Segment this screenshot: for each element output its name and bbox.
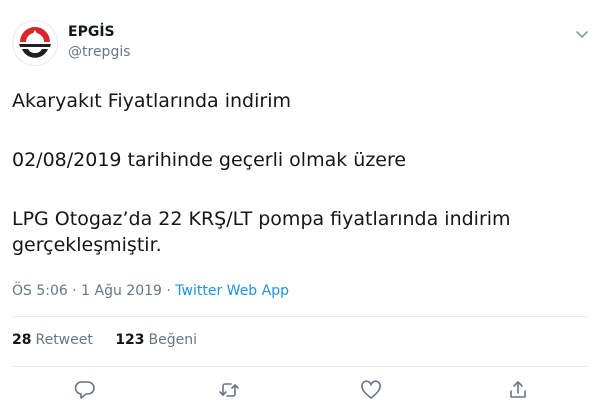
tweet-stats: 28 Retweet 123 Beğeni bbox=[12, 332, 215, 348]
epgis-logo bbox=[19, 27, 51, 58]
reply-icon[interactable] bbox=[74, 379, 96, 401]
tweet-source-link[interactable]: Twitter Web App bbox=[175, 283, 289, 299]
heart-icon[interactable] bbox=[360, 379, 382, 401]
divider bbox=[12, 366, 588, 367]
tweet-line: 02/08/2019 tarihinde geçerli olmak üzere bbox=[12, 149, 407, 171]
tweet-actions bbox=[0, 379, 600, 401]
likes-label: Beğeni bbox=[148, 332, 198, 348]
meta-separator: · bbox=[67, 283, 82, 299]
tweet-date[interactable]: 1 Ağu 2019 bbox=[81, 283, 162, 299]
likes-stat[interactable]: 123 Beğeni bbox=[115, 332, 197, 348]
handle[interactable]: @trepgis bbox=[68, 44, 131, 60]
retweet-icon[interactable] bbox=[218, 379, 240, 401]
share-icon[interactable] bbox=[507, 379, 529, 401]
tweet-card: EPGİS @trepgis Akaryakıt Fiyatlarında in… bbox=[0, 0, 600, 415]
likes-count: 123 bbox=[115, 332, 145, 348]
divider bbox=[12, 316, 588, 317]
tweet-text: Akaryakıt Fiyatlarında indirim 02/08/201… bbox=[12, 88, 572, 256]
retweets-label: Retweet bbox=[35, 332, 93, 348]
display-name[interactable]: EPGİS bbox=[68, 24, 115, 40]
tweet-line: Akaryakıt Fiyatlarında indirim bbox=[12, 90, 291, 112]
retweets-stat[interactable]: 28 Retweet bbox=[12, 332, 93, 348]
tweet-time[interactable]: ÖS 5:06 bbox=[12, 283, 68, 299]
avatar[interactable] bbox=[12, 20, 58, 66]
tweet-metadata: ÖS 5:06 · 1 Ağu 2019 · Twitter Web App bbox=[12, 283, 289, 299]
tweet-line: LPG Otogaz’da 22 KRŞ/LT pompa fiyatların… bbox=[12, 208, 511, 256]
meta-separator: · bbox=[161, 283, 176, 299]
chevron-down-icon[interactable] bbox=[574, 26, 590, 42]
retweets-count: 28 bbox=[12, 332, 32, 348]
